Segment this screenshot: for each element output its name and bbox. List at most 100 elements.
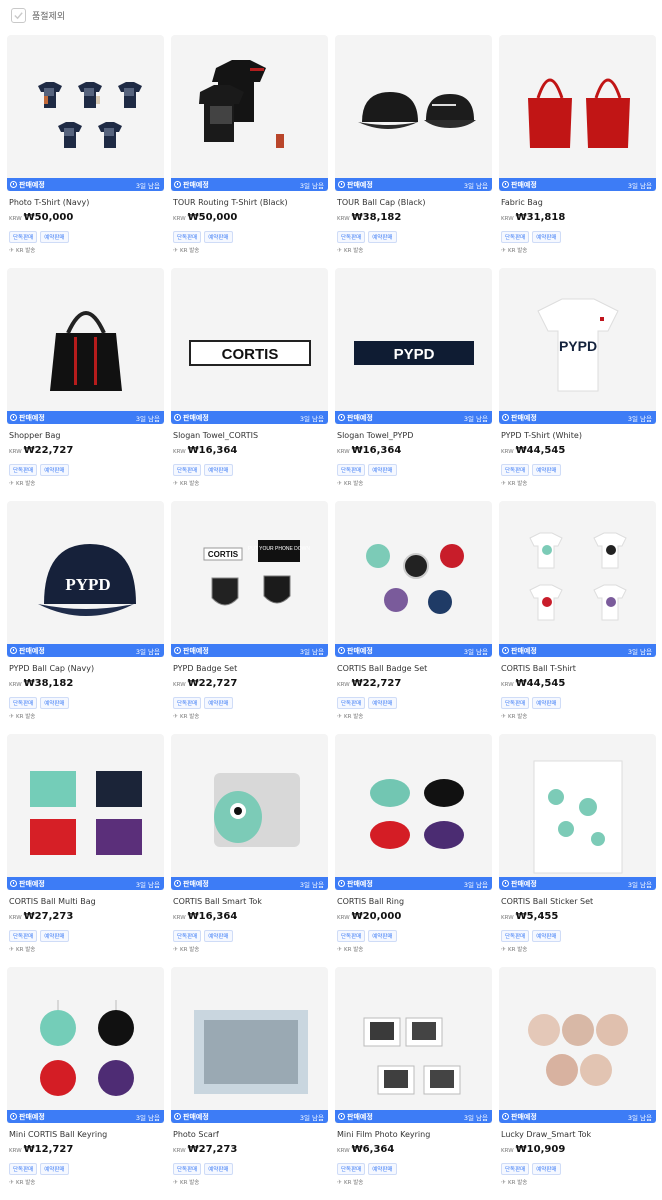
clock-icon [10, 414, 17, 421]
tag-preorder: 예약판매 [532, 930, 561, 942]
product-tags: 단독판매 예약판매 [9, 231, 69, 243]
product-image[interactable]: 판매예정 3일 남음 [7, 268, 164, 424]
product-name[interactable]: Shopper Bag [9, 431, 60, 440]
days-remaining: 3일 남음 [299, 880, 324, 889]
product-name[interactable]: Photo Scarf [173, 1130, 219, 1139]
product-name[interactable]: Slogan Towel_PYPD [337, 431, 413, 440]
product-card[interactable]: 판매예정 3일 남음 CORTIS Ball Ring KRW ₩20,000 … [335, 734, 492, 967]
product-name[interactable]: CORTIS Ball Ring [337, 897, 404, 906]
product-card[interactable]: 판매예정 3일 남음 Lucky Draw_Smart Tok KRW ₩10,… [499, 967, 656, 1200]
product-name[interactable]: PYPD T-Shirt (White) [501, 431, 582, 440]
product-card[interactable]: PYPD 판매예정 3일 남음 PYPD T-Shirt (White) KRW… [499, 268, 656, 501]
product-tags: 단독판매 예약판매 [9, 930, 69, 942]
price-amount: ₩22,727 [23, 445, 74, 456]
product-image[interactable]: 판매예정 3일 남음 [335, 501, 492, 657]
product-image[interactable]: 판매예정 3일 남음 [7, 35, 164, 191]
product-card[interactable]: CORTIS PUT YOUR PHONE DOWN 판매예정 3일 남음 PY… [171, 501, 328, 734]
product-card[interactable]: PYPD 판매예정 3일 남음 PYPD Ball Cap (Navy) KRW… [7, 501, 164, 734]
currency-label: KRW [501, 449, 514, 455]
product-name[interactable]: Photo T-Shirt (Navy) [9, 198, 89, 207]
tag-preorder: 예약판매 [532, 1163, 561, 1175]
product-name[interactable]: TOUR Ball Cap (Black) [337, 198, 426, 207]
tag-preorder: 예약판매 [532, 697, 561, 709]
product-name[interactable]: Lucky Draw_Smart Tok [501, 1130, 591, 1139]
product-card[interactable]: CORTIS 판매예정 3일 남음 Slogan Towel_CORTIS KR… [171, 268, 328, 501]
status-label: 판매예정 [19, 646, 45, 655]
product-image[interactable]: 판매예정 3일 남음 [499, 734, 656, 890]
product-image[interactable]: PYPD 판매예정 3일 남음 [7, 501, 164, 657]
svg-text:PYPD: PYPD [393, 346, 434, 363]
tag-preorder: 예약판매 [204, 930, 233, 942]
product-card[interactable]: 판매예정 3일 남음 Mini Film Photo Keyring KRW ₩… [335, 967, 492, 1200]
product-card[interactable]: 판매예정 3일 남음 CORTIS Ball Multi Bag KRW ₩27… [7, 734, 164, 967]
product-card[interactable]: 판매예정 3일 남음 Photo Scarf KRW ₩27,273 단독판매 … [171, 967, 328, 1200]
shipping-label: KR 발송 [508, 248, 528, 254]
sold-out-filter[interactable]: 품절제외 [11, 6, 65, 24]
product-name[interactable]: TOUR Routing T-Shirt (Black) [173, 198, 288, 207]
plane-icon: ✈ [501, 246, 507, 254]
sale-status-bar: 판매예정 3일 남음 [499, 178, 656, 191]
product-image[interactable]: 판매예정 3일 남음 [7, 734, 164, 890]
product-name[interactable]: Fabric Bag [501, 198, 543, 207]
currency-label: KRW [9, 682, 22, 688]
product-card[interactable]: 판매예정 3일 남음 Photo T-Shirt (Navy) KRW ₩50,… [7, 35, 164, 268]
status-label: 판매예정 [347, 1112, 373, 1121]
product-card[interactable]: 판매예정 3일 남음 CORTIS Ball Sticker Set KRW ₩… [499, 734, 656, 967]
product-card[interactable]: 판매예정 3일 남음 CORTIS Ball Badge Set KRW ₩22… [335, 501, 492, 734]
shipping-info: ✈ KR 발송 [337, 479, 363, 488]
product-card[interactable]: 판매예정 3일 남음 Shopper Bag KRW ₩22,727 단독판매 … [7, 268, 164, 501]
product-image[interactable]: 판매예정 3일 남음 [7, 967, 164, 1123]
product-name[interactable]: CORTIS Ball Smart Tok [173, 897, 262, 906]
product-image[interactable]: 판매예정 3일 남음 [499, 35, 656, 191]
sale-status-bar: 판매예정 3일 남음 [171, 1110, 328, 1123]
product-name[interactable]: CORTIS Ball Sticker Set [501, 897, 593, 906]
tag-exclusive: 단독판매 [501, 697, 530, 709]
product-image[interactable]: 판매예정 3일 남음 [335, 734, 492, 890]
product-image[interactable]: PYPD 판매예정 3일 남음 [499, 268, 656, 424]
plane-icon: ✈ [173, 1178, 179, 1186]
product-card[interactable]: 판매예정 3일 남음 TOUR Ball Cap (Black) KRW ₩38… [335, 35, 492, 268]
product-image[interactable]: 판매예정 3일 남음 [499, 501, 656, 657]
product-card[interactable]: 판매예정 3일 남음 TOUR Routing T-Shirt (Black) … [171, 35, 328, 268]
days-remaining: 3일 남음 [463, 647, 488, 656]
product-card[interactable]: PYPD 판매예정 3일 남음 Slogan Towel_PYPD KRW ₩1… [335, 268, 492, 501]
product-card[interactable]: 판매예정 3일 남음 Fabric Bag KRW ₩31,818 단독판매 예… [499, 35, 656, 268]
product-name[interactable]: Mini CORTIS Ball Keyring [9, 1130, 107, 1139]
product-name[interactable]: CORTIS Ball T-Shirt [501, 664, 576, 673]
clock-icon [502, 181, 509, 188]
clock-icon [338, 647, 345, 654]
shipping-label: KR 발송 [16, 248, 36, 254]
product-image[interactable]: 판매예정 3일 남음 [335, 967, 492, 1123]
status-label: 판매예정 [183, 180, 209, 189]
product-image[interactable]: PYPD 판매예정 3일 남음 [335, 268, 492, 424]
shipping-label: KR 발송 [16, 481, 36, 487]
product-name[interactable]: CORTIS Ball Badge Set [337, 664, 427, 673]
days-remaining: 3일 남음 [463, 181, 488, 190]
product-name[interactable]: CORTIS Ball Multi Bag [9, 897, 96, 906]
sale-status-bar: 판매예정 3일 남음 [335, 877, 492, 890]
product-image[interactable]: CORTIS PUT YOUR PHONE DOWN 판매예정 3일 남음 [171, 501, 328, 657]
price-amount: ₩10,909 [515, 1144, 566, 1155]
product-card[interactable]: 판매예정 3일 남음 CORTIS Ball Smart Tok KRW ₩16… [171, 734, 328, 967]
product-image[interactable]: 판매예정 3일 남음 [335, 35, 492, 191]
plane-icon: ✈ [9, 246, 15, 254]
product-card[interactable]: 판매예정 3일 남음 CORTIS Ball T-Shirt KRW ₩44,5… [499, 501, 656, 734]
shipping-info: ✈ KR 발송 [9, 246, 36, 255]
product-name[interactable]: Mini Film Photo Keyring [337, 1130, 430, 1139]
checkbox-icon[interactable] [11, 7, 26, 23]
product-image[interactable]: 판매예정 3일 남음 [171, 734, 328, 890]
product-image[interactable]: 판매예정 3일 남음 [499, 967, 656, 1123]
tshirt-white-icon: PYPD [536, 298, 619, 392]
product-image[interactable]: 판매예정 3일 남음 [171, 967, 328, 1123]
product-card[interactable]: 판매예정 3일 남음 Mini CORTIS Ball Keyring KRW … [7, 967, 164, 1200]
plane-icon: ✈ [173, 479, 179, 487]
product-name[interactable]: PYPD Ball Cap (Navy) [9, 664, 94, 673]
days-remaining: 3일 남음 [135, 1113, 160, 1122]
product-name[interactable]: Slogan Towel_CORTIS [173, 431, 258, 440]
product-name[interactable]: PYPD Badge Set [173, 664, 237, 673]
product-price: KRW ₩44,545 [501, 678, 565, 689]
sticker-sheet-icon [533, 760, 622, 874]
product-image[interactable]: CORTIS 판매예정 3일 남음 [171, 268, 328, 424]
multi-bags-icon [29, 771, 142, 855]
product-image[interactable]: 판매예정 3일 남음 [171, 35, 328, 191]
